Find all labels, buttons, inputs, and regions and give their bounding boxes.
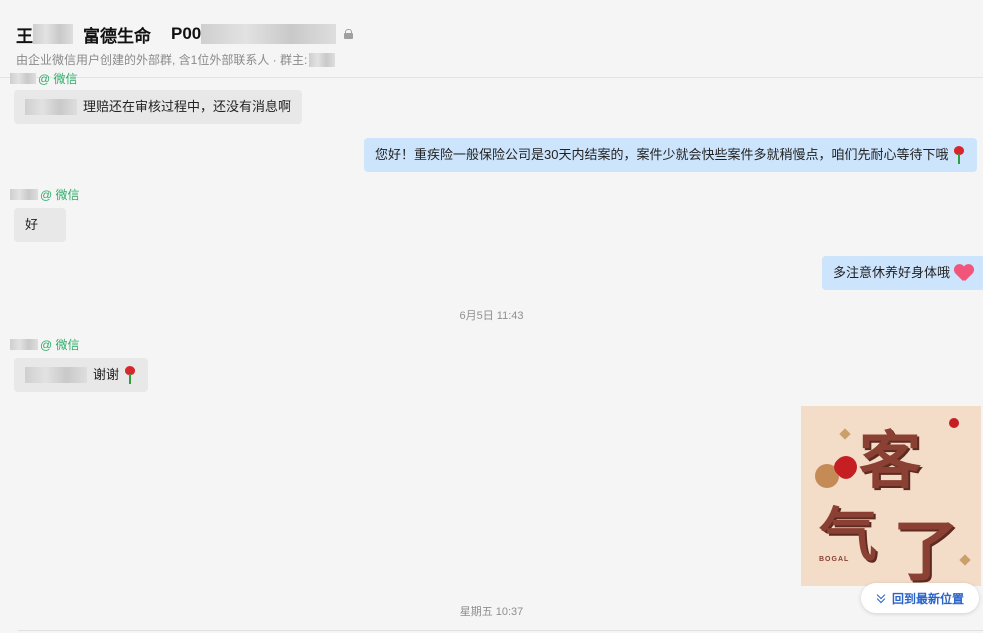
message-bubble-incoming[interactable]: 好 — [14, 208, 66, 242]
sparkle-icon — [959, 554, 971, 566]
group-title[interactable]: 王 富德生命 P00 — [16, 22, 354, 46]
message-text: 好 — [25, 217, 39, 232]
chat-window: 王 富德生命 P00 由企业微信用户创建的外部群, 含1位外部联系人 · 群主:… — [0, 0, 983, 633]
message-bubble-incoming[interactable]: 理赔还在审核过程中，还没有消息啊 — [14, 90, 303, 124]
title-prefix: 王 — [16, 26, 33, 46]
message-text: 理赔还在审核过程中，还没有消息啊 — [83, 99, 292, 114]
chat-header: 王 富德生命 P00 由企业微信用户创建的外部群, 含1位外部联系人 · 群主: — [0, 0, 983, 78]
redacted-owner — [309, 52, 336, 67]
sticker-char: 了 — [893, 512, 959, 586]
redacted-text — [25, 99, 77, 115]
redacted-text — [25, 367, 87, 383]
heart-icon — [954, 264, 974, 282]
back-to-latest-button[interactable]: 回到最新位置 — [861, 583, 979, 613]
lock-icon — [344, 29, 354, 39]
heart-decoration — [949, 418, 959, 428]
sticker-char: 客 — [859, 424, 922, 497]
timestamp-divider: 6月5日 11:43 — [459, 310, 524, 322]
message-list[interactable]: @ 微信 理赔还在审核过程中，还没有消息啊 您好！重疾险一般保险公司是30天内结… — [0, 72, 983, 633]
message-bubble-outgoing[interactable]: 您好！重疾险一般保险公司是30天内结案的，案件少就会快些案件多就稍慢点，咱们先耐… — [364, 138, 978, 172]
message-sender: @ 微信 — [10, 70, 78, 87]
message-sender: @ 微信 — [10, 336, 80, 353]
sticker-image[interactable]: 客 气 了 BOGAL — [801, 406, 981, 586]
sticker-brand: BOGAL — [819, 556, 850, 563]
chevrons-down-icon — [876, 592, 886, 604]
sparkle-icon — [839, 428, 851, 440]
redacted-sender — [10, 73, 36, 84]
redacted-sender — [10, 189, 38, 200]
title-code: P00 — [171, 24, 202, 43]
rose-icon — [123, 366, 137, 384]
back-to-latest-label: 回到最新位置 — [891, 591, 964, 606]
message-sender: @ 微信 — [10, 186, 80, 203]
title-company: 富德生命 — [83, 26, 151, 46]
subtitle-text: 由企业微信用户创建的外部群, 含1位外部联系人 · 群主: — [16, 53, 308, 67]
redacted-sender — [10, 339, 38, 350]
redacted-code — [201, 24, 337, 44]
message-text: 多注意休养好身体哦 — [833, 265, 951, 280]
message-text: 谢谢 — [93, 367, 120, 382]
divider — [18, 630, 983, 631]
timestamp-divider: 星期五 10:37 — [459, 606, 524, 618]
group-subtitle: 由企业微信用户创建的外部群, 含1位外部联系人 · 群主: — [16, 51, 336, 68]
rose-icon — [952, 146, 966, 164]
message-text: 您好！重疾险一般保险公司是30天内结案的，案件少就会快些案件多就稍慢点，咱们先耐… — [375, 147, 949, 162]
message-bubble-outgoing[interactable]: 多注意休养好身体哦 — [822, 256, 983, 290]
message-bubble-incoming[interactable]: 谢谢 — [14, 358, 149, 392]
redacted-name — [33, 24, 73, 44]
